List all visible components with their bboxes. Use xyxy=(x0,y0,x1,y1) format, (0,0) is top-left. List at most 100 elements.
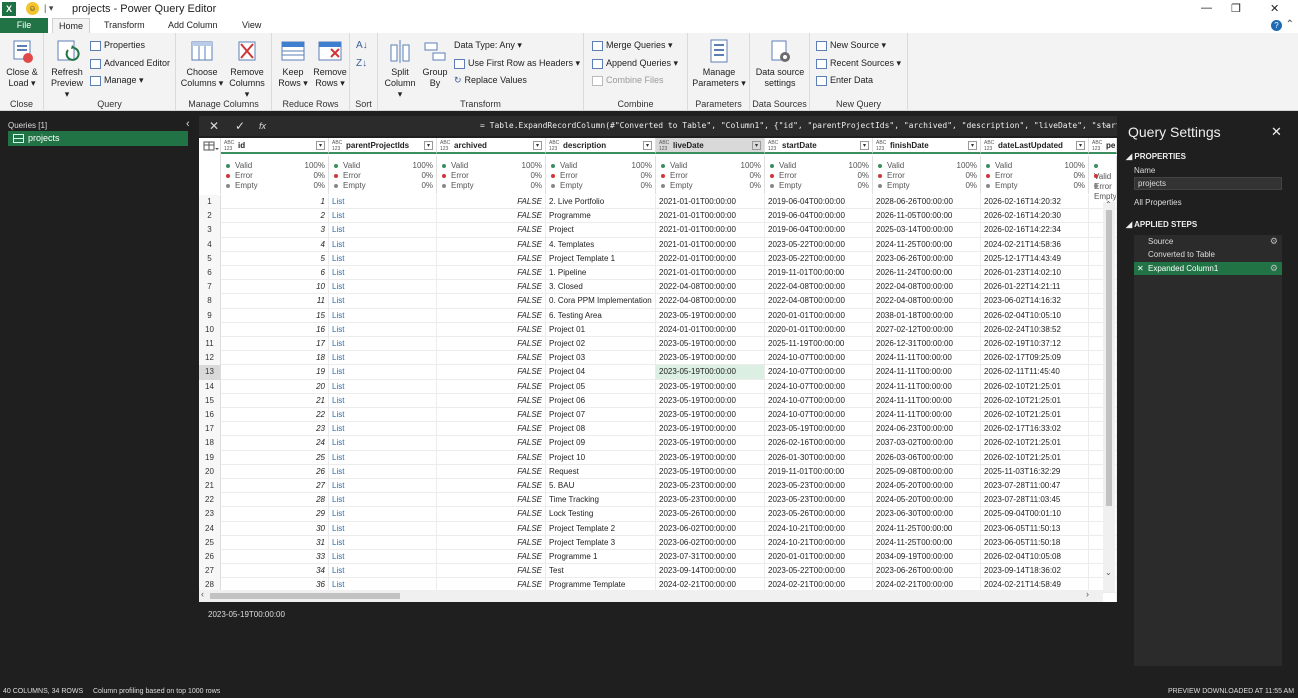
type-any-icon[interactable]: ABC 123 xyxy=(332,140,342,152)
cell-parentprojectids[interactable]: List xyxy=(329,351,437,366)
cell-livedate[interactable]: 2023-05-19T00:00:00 xyxy=(656,308,765,323)
cell-finishdate[interactable]: 2024-11-11T00:00:00 xyxy=(873,393,981,408)
scroll-up-icon[interactable]: ⌃ xyxy=(1105,200,1112,209)
row-number[interactable]: 15 xyxy=(199,393,221,408)
cell-finishdate[interactable]: 2025-09-08T00:00:00 xyxy=(873,464,981,479)
cell-description[interactable]: Project Template 1 xyxy=(546,251,656,266)
function-icon[interactable]: fx xyxy=(259,121,266,131)
cell-description[interactable]: Project 06 xyxy=(546,393,656,408)
cell-datelastupdated[interactable]: 2026-02-17T16:33:02 xyxy=(981,422,1089,437)
row-number[interactable]: 6 xyxy=(199,266,221,281)
expand-formula-icon[interactable]: ⌄ xyxy=(1103,119,1111,130)
cell-livedate[interactable]: 2023-05-19T00:00:00 xyxy=(656,351,765,366)
cell-description[interactable]: Lock Testing xyxy=(546,507,656,522)
cell-startdate[interactable]: 2023-05-19T00:00:00 xyxy=(765,422,873,437)
tab-transform[interactable]: Transform xyxy=(100,18,149,33)
column-filter-dropdown-icon[interactable]: ▾ xyxy=(1076,141,1085,150)
cell-finishdate[interactable]: 2034-09-19T00:00:00 xyxy=(873,550,981,565)
cell-id[interactable]: 17 xyxy=(221,337,329,352)
type-any-icon[interactable]: ABC 123 xyxy=(768,140,778,152)
cell-id[interactable]: 27 xyxy=(221,479,329,494)
row-number[interactable]: 13 xyxy=(199,365,221,380)
choose-columns-button[interactable]: Choose Columns ▾ xyxy=(180,37,224,89)
cell-archived[interactable]: FALSE xyxy=(437,535,546,550)
cell-startdate[interactable]: 2020-01-01T00:00:00 xyxy=(765,308,873,323)
cell-livedate[interactable]: 2023-09-14T00:00:00 xyxy=(656,564,765,579)
cell-id[interactable]: 24 xyxy=(221,436,329,451)
step-converted-to-table[interactable]: Converted to Table xyxy=(1134,248,1282,261)
cell-finishdate[interactable]: 2025-03-14T00:00:00 xyxy=(873,223,981,238)
cell-description[interactable]: 1. Pipeline xyxy=(546,266,656,281)
cell-parentprojectids[interactable]: List xyxy=(329,209,437,224)
cell-startdate[interactable]: 2019-11-01T00:00:00 xyxy=(765,464,873,479)
cell-datelastupdated[interactable]: 2026-02-04T10:05:08 xyxy=(981,550,1089,565)
cell-description[interactable]: Programme xyxy=(546,209,656,224)
cell-id[interactable]: 34 xyxy=(221,564,329,579)
column-filter-dropdown-icon[interactable]: ▾ xyxy=(968,141,977,150)
group-by-button[interactable]: Group By xyxy=(420,37,450,89)
cell-finishdate[interactable]: 2023-06-26T00:00:00 xyxy=(873,251,981,266)
commit-formula-icon[interactable]: ✓ xyxy=(235,119,245,133)
cell-finishdate[interactable]: 2022-04-08T00:00:00 xyxy=(873,294,981,309)
cell-startdate[interactable]: 2019-06-04T00:00:00 xyxy=(765,223,873,238)
split-column-button[interactable]: Split Column ▾ xyxy=(381,37,419,100)
cell-datelastupdated[interactable]: 2023-06-05T11:50:18 xyxy=(981,535,1089,550)
cell-archived[interactable]: FALSE xyxy=(437,464,546,479)
type-any-icon[interactable]: ABC 123 xyxy=(659,140,669,152)
cell-livedate[interactable]: 2021-01-01T00:00:00 xyxy=(656,195,765,210)
sort-ascending-icon[interactable]: A↓ xyxy=(356,39,368,52)
cell-archived[interactable]: FALSE xyxy=(437,251,546,266)
tab-home[interactable]: Home xyxy=(52,18,90,33)
cell-startdate[interactable]: 2024-10-07T00:00:00 xyxy=(765,351,873,366)
cell-id[interactable]: 2 xyxy=(221,209,329,224)
cell-id[interactable]: 16 xyxy=(221,322,329,337)
row-number[interactable]: 25 xyxy=(199,535,221,550)
vertical-scrollbar[interactable]: ⌃ ⌄ xyxy=(1103,200,1115,592)
cell-startdate[interactable]: 2026-02-16T00:00:00 xyxy=(765,436,873,451)
replace-values-button[interactable]: ↻ Replace Values xyxy=(454,74,527,87)
cell-parentprojectids[interactable]: List xyxy=(329,308,437,323)
cell-livedate[interactable]: 2023-05-19T00:00:00 xyxy=(656,365,765,380)
cell-datelastupdated[interactable]: 2026-02-19T10:37:12 xyxy=(981,337,1089,352)
type-any-icon[interactable]: ABC 123 xyxy=(876,140,886,152)
cell-finishdate[interactable]: 2026-03-06T00:00:00 xyxy=(873,450,981,465)
cell-livedate[interactable]: 2021-01-01T00:00:00 xyxy=(656,223,765,238)
cell-startdate[interactable]: 2023-05-23T00:00:00 xyxy=(765,479,873,494)
column-filter-dropdown-icon[interactable]: ▾ xyxy=(316,141,325,150)
cell-finishdate[interactable]: 2026-11-05T00:00:00 xyxy=(873,209,981,224)
cell-archived[interactable]: FALSE xyxy=(437,322,546,337)
data-source-settings-button[interactable]: Data source settings xyxy=(752,37,808,89)
merge-queries-button[interactable]: Merge Queries ▾ xyxy=(592,39,673,52)
use-first-row-button[interactable]: Use First Row as Headers ▾ xyxy=(454,57,580,70)
cell-finishdate[interactable]: 2026-11-24T00:00:00 xyxy=(873,266,981,281)
cell-datelastupdated[interactable]: 2026-02-10T21:25:01 xyxy=(981,436,1089,451)
cell-description[interactable]: Time Tracking xyxy=(546,493,656,508)
applied-steps-section[interactable]: ◢ APPLIED STEPS xyxy=(1126,220,1197,229)
cell-description[interactable]: Project 09 xyxy=(546,436,656,451)
cell-startdate[interactable]: 2024-10-07T00:00:00 xyxy=(765,379,873,394)
cell-startdate[interactable]: 2022-04-08T00:00:00 xyxy=(765,280,873,295)
cell-id[interactable]: 5 xyxy=(221,251,329,266)
cell-livedate[interactable]: 2022-04-08T00:00:00 xyxy=(656,280,765,295)
collapse-ribbon-icon[interactable]: ⌃ xyxy=(1286,19,1294,30)
remove-rows-button[interactable]: Remove Rows ▾ xyxy=(311,37,349,89)
cell-description[interactable]: Request xyxy=(546,464,656,479)
name-input[interactable]: projects xyxy=(1134,177,1282,190)
column-filter-dropdown-icon[interactable]: ▾ xyxy=(643,141,652,150)
column-header-finishdate[interactable]: ABC 123 finishDate ▾ xyxy=(873,138,981,154)
cell-datelastupdated[interactable]: 2026-02-10T21:25:01 xyxy=(981,408,1089,423)
cell-parentprojectids[interactable]: List xyxy=(329,365,437,380)
cell-id[interactable]: 33 xyxy=(221,550,329,565)
cell-datelastupdated[interactable]: 2026-02-04T10:05:10 xyxy=(981,308,1089,323)
cell-archived[interactable]: FALSE xyxy=(437,308,546,323)
cell-description[interactable]: 3. Closed xyxy=(546,280,656,295)
cell-parentprojectids[interactable]: List xyxy=(329,223,437,238)
scroll-down-icon[interactable]: ⌄ xyxy=(1105,568,1112,577)
cell-datelastupdated[interactable]: 2024-02-21T14:58:36 xyxy=(981,237,1089,252)
cell-id[interactable]: 10 xyxy=(221,280,329,295)
row-number[interactable]: 14 xyxy=(199,379,221,394)
cell-startdate[interactable]: 2023-05-23T00:00:00 xyxy=(765,493,873,508)
keep-rows-button[interactable]: Keep Rows ▾ xyxy=(275,37,311,89)
cell-finishdate[interactable]: 2024-11-25T00:00:00 xyxy=(873,521,981,536)
tab-file[interactable]: File xyxy=(0,18,48,33)
